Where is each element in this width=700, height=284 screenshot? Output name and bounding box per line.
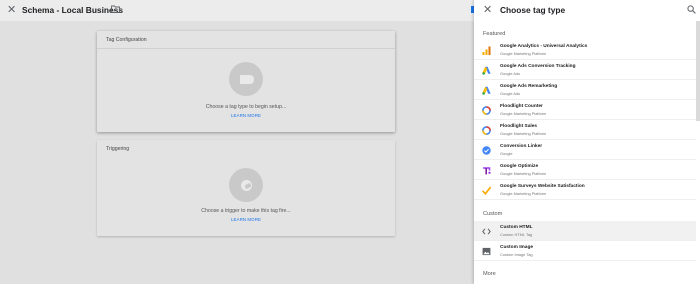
tag-type-item-google-optimize[interactable]: Google Optimize Google Marketing Platfor… [474,160,696,180]
tag-type-vendor: Google [500,150,513,156]
tag-type-vendor: Google Marketing Platform [500,130,547,136]
tag-type-name: Google Surveys Website Satisfaction [500,184,585,189]
editor-header: ✕ Schema - Local Business [0,0,474,21]
image-icon [482,247,491,256]
triggering-heading: Triggering [106,146,130,152]
tag-type-item-google-surveys[interactable]: Google Surveys Website Satisfaction Goog… [474,180,696,200]
tag-type-vendor: Custom Image Tag [500,251,533,257]
tag-type-vendor: Google Marketing Platform [500,170,547,176]
trigger-learn-more-link[interactable]: LEARN MORE [97,217,395,222]
tag-type-item-google-analytics[interactable]: Google Analytics - Universal Analytics G… [474,40,696,60]
tag-type-item-google-ads-conversion[interactable]: Google Ads Conversion Tracking Google Ad… [474,60,696,80]
panel-scrollbar[interactable] [696,21,700,121]
tag-type-vendor: Google Marketing Platform [500,110,547,116]
tag-type-name: Google Ads Remarketing [500,84,558,89]
triggering-prompt: Choose a trigger to make this tag fire..… [201,208,291,214]
folder-icon[interactable] [111,5,120,13]
panel-title: Choose tag type [500,5,566,15]
search-icon[interactable] [687,5,696,14]
conversion-linker-icon [482,146,491,155]
featured-list: Google Analytics - Universal Analytics G… [474,40,696,200]
surveys-icon [482,186,491,195]
tag-type-item-custom-html[interactable]: Custom HTML Custom HTML Tag [474,221,696,241]
close-panel-icon[interactable]: ✕ [483,4,492,16]
featured-section-label: Featured [483,31,506,37]
tag-type-name: Floodlight Sales [500,124,538,129]
tag-type-item-floodlight-sales[interactable]: Floodlight Sales Google Marketing Platfo… [474,120,696,140]
optimize-icon [483,167,491,175]
tag-type-name: Custom HTML [500,225,533,230]
panel-header: ✕ Choose tag type [474,0,700,21]
tag-type-vendor: Google Ads [500,70,521,76]
tag-configuration-prompt: Choose a tag type to begin setup... [205,104,287,110]
code-icon [482,228,491,235]
tag-learn-more-link[interactable]: LEARN MORE [97,113,395,118]
choose-tag-type-panel: ✕ Choose tag type Featured Google Analyt… [474,0,700,284]
trigger-placeholder-icon[interactable] [229,168,263,202]
tag-configuration-card[interactable]: Tag Configuration Choose a tag type to b… [97,31,395,132]
tag-type-name: Google Analytics - Universal Analytics [500,44,588,49]
tag-type-item-custom-image[interactable]: Custom Image Custom Image Tag [474,241,696,261]
tag-type-vendor: Google Marketing Platform [500,190,547,196]
tag-type-item-conversion-linker[interactable]: Conversion Linker Google [474,140,696,160]
tag-configuration-heading: Tag Configuration [97,31,395,49]
tag-type-name: Conversion Linker [500,144,543,149]
tag-name-title[interactable]: Schema - Local Business [22,5,123,15]
custom-list: Custom HTML Custom HTML Tag Custom Image… [474,221,696,261]
tag-type-vendor: Custom HTML Tag [500,231,533,237]
custom-section-label: Custom [483,211,503,217]
tag-type-name: Google Optimize [500,164,539,169]
tag-type-vendor: Google Ads [500,90,521,96]
tag-type-item-floodlight-counter[interactable]: Floodlight Counter Google Marketing Plat… [474,100,696,120]
triggering-card[interactable]: Triggering Choose a trigger to make this… [97,140,395,236]
tag-type-name: Custom Image [500,245,534,250]
floodlight-icon [482,126,491,135]
floodlight-icon [482,106,491,115]
tag-type-name: Floodlight Counter [500,104,543,109]
more-section-label: More [483,271,496,277]
google-ads-icon [482,86,491,95]
tag-type-name: Google Ads Conversion Tracking [500,64,576,69]
google-ads-icon [482,66,491,75]
close-icon[interactable]: ✕ [7,4,16,16]
tag-placeholder-icon[interactable] [229,62,263,96]
analytics-icon [482,46,491,55]
tag-type-vendor: Google Marketing Platform [500,50,547,56]
tag-type-item-google-ads-remarketing[interactable]: Google Ads Remarketing Google Ads [474,80,696,100]
